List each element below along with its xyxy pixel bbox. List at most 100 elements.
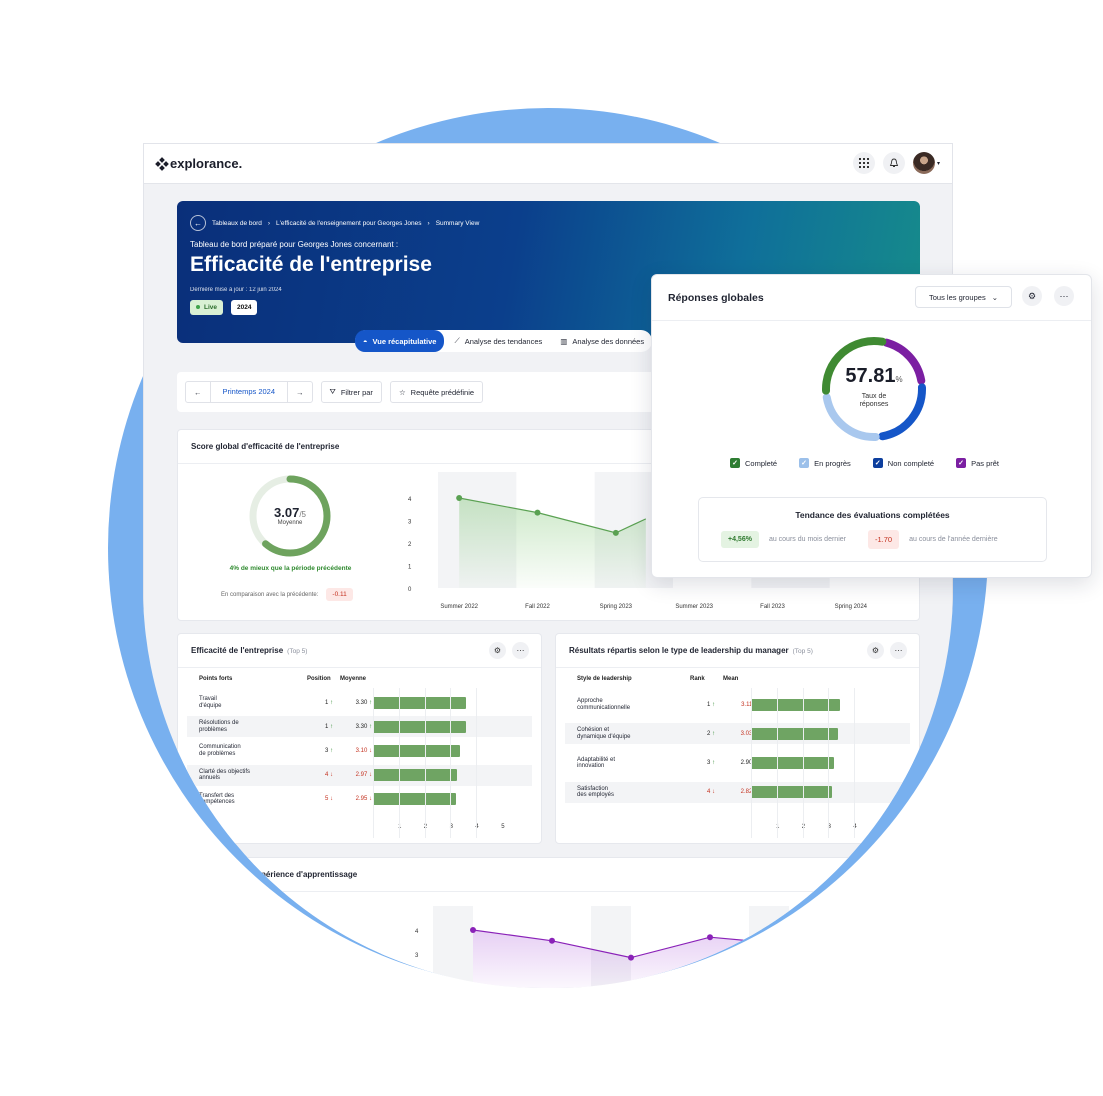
yearly-change: -1.70 xyxy=(867,530,900,549)
tab-summary[interactable]: ◓ Vue récapitulative xyxy=(355,330,445,352)
data-point[interactable] xyxy=(612,529,619,536)
chevron-right-icon: › xyxy=(267,219,271,227)
filter-button[interactable]: ⛛ Filtrer par xyxy=(320,381,382,403)
row-average: 2.95 ↓ xyxy=(355,796,372,803)
avatar[interactable] xyxy=(912,152,935,174)
x-tick-label: Spring 2023 xyxy=(600,604,633,610)
data-point[interactable] xyxy=(628,954,634,961)
data-point[interactable] xyxy=(534,509,541,516)
apps-grid-icon[interactable] xyxy=(852,152,875,174)
table-row[interactable]: Cohésion etdynamique d'équipe2 ↑3.03 ↓ xyxy=(565,723,910,745)
more-icon[interactable]: ⋯ xyxy=(1054,286,1074,306)
checkbox-icon[interactable]: ✓ xyxy=(799,458,810,468)
legend-label: En progrès xyxy=(814,458,851,468)
legend-label: Completé xyxy=(745,458,778,468)
y-tick-label: 0 xyxy=(408,587,412,593)
data-point[interactable] xyxy=(456,495,463,501)
chevron-down-icon[interactable]: ▾ xyxy=(937,160,940,167)
logo[interactable]: explorance. xyxy=(155,156,242,171)
global-responses-panel: Réponses globales Tous les groupes ⌄ ⚙ ⋯… xyxy=(651,274,1092,578)
checkbox-icon[interactable]: ✓ xyxy=(956,458,967,468)
tab-label: Analyse des tendances xyxy=(464,336,543,346)
checkbox-icon[interactable]: ✓ xyxy=(730,458,740,468)
bar[interactable] xyxy=(751,757,834,770)
more-icon[interactable]: ⋯ xyxy=(890,642,907,659)
row-label: Travail d'équipe xyxy=(199,695,222,709)
row-label: Approche communicationnelle xyxy=(577,697,631,711)
row-position: 5 ↓ xyxy=(324,796,333,803)
comparison-label: En comparaison avec la précédente: xyxy=(221,591,319,598)
score-label: Moyenne xyxy=(277,520,303,526)
row-average: 3.30 ↑ xyxy=(355,723,372,730)
more-icon[interactable]: ⋯ xyxy=(512,642,529,659)
bar[interactable] xyxy=(373,744,461,757)
table-row[interactable]: Travail d'équipe 1 ↑ 3.30 ↑ xyxy=(187,692,532,713)
table-row[interactable]: Communication de problèmes 3 ↑ 3.10 ↓ xyxy=(187,740,532,761)
table-row[interactable]: Approchecommunicationnelle1 ↑3.11 ↓ xyxy=(565,694,910,715)
legend-item[interactable]: ✓ Pas prêt xyxy=(956,458,999,468)
bar[interactable] xyxy=(751,727,838,740)
data-point[interactable] xyxy=(549,937,555,944)
arrow-right-icon[interactable]: → xyxy=(288,388,312,397)
data-point[interactable] xyxy=(470,927,476,933)
table-row[interactable]: Satisfactiondes employés4 ↓2.82 ↓ xyxy=(565,781,910,803)
breadcrumb-item[interactable]: Summary View xyxy=(436,220,480,227)
donut-legend: ✓ Completé ✓ En progrès ✓ Non completé ✓ Pas pr… xyxy=(730,458,999,468)
checkbox-icon[interactable]: ✓ xyxy=(872,458,883,468)
row-label: Transfert des compétences xyxy=(199,792,235,806)
table-row[interactable]: Clarté des objectifs annuels 4 ↓ 2.97 ↓ xyxy=(187,764,532,786)
bar[interactable] xyxy=(373,793,457,806)
group-select[interactable]: Tous les groupes ⌄ xyxy=(915,286,1012,308)
bar[interactable] xyxy=(373,720,467,733)
leadership-results-card: Résultats répartis selon le type de lead… xyxy=(555,633,920,844)
settings-icon[interactable]: ⚙ xyxy=(1022,286,1042,306)
top5-strengths-card: Efficacité de l'entreprise (Top 5) ⚙ ⋯ Po… xyxy=(177,633,542,844)
filter-icon: ⛛ xyxy=(329,387,336,396)
back-icon[interactable]: ← xyxy=(190,215,206,231)
arrow-left-icon[interactable]: ← xyxy=(186,388,210,397)
bar[interactable] xyxy=(751,698,840,711)
yearly-change-label: au cours de l'année dernière xyxy=(909,536,998,543)
row-position: 4 ↓ xyxy=(706,789,715,796)
grid-line xyxy=(776,688,778,838)
predefined-query-button[interactable]: ☆ Requête prédéfinie xyxy=(389,381,484,403)
legend-item[interactable]: ✓ Non completé xyxy=(872,458,934,468)
dashboard-subtitle: Tableau de bord préparé pour Georges Jon… xyxy=(190,240,399,249)
x-tick-label: Fall 2022 xyxy=(525,604,550,610)
grid-line xyxy=(450,688,452,838)
tab-label: Analyse des données xyxy=(572,336,645,346)
legend-item[interactable]: ✓ Completé xyxy=(730,458,777,468)
row-label: Clarté des objectifs annuels xyxy=(199,768,251,782)
period-value[interactable]: Printemps 2024 xyxy=(209,381,289,403)
top-bar-actions: ▾ xyxy=(852,152,940,174)
table-row[interactable]: Résolutions de problèmes 1 ↑ 3.30 ↑ xyxy=(187,716,532,738)
group-select-value: Tous les groupes xyxy=(929,292,986,302)
breadcrumb-item[interactable]: L'efficacité de l'enseignement pour Geor… xyxy=(276,220,421,227)
legend-label: Pas prêt xyxy=(971,458,1000,468)
y-tick-label: 3 xyxy=(415,953,419,959)
x-tick-label: 5 xyxy=(879,824,883,830)
tab-data[interactable]: ▥ Analyse des données xyxy=(552,330,652,352)
tab-trends[interactable]: ⟋ Analyse des tendances xyxy=(446,330,550,352)
settings-icon[interactable]: ⚙ xyxy=(489,642,506,659)
last-updated: Dernière mise à jour : 12 juin 2024 xyxy=(190,287,282,293)
trend-icon: ⟋ xyxy=(454,336,460,345)
grid-line xyxy=(751,688,752,838)
status-chips: Live 2024 xyxy=(190,300,258,315)
bar[interactable] xyxy=(373,769,457,782)
bell-icon[interactable] xyxy=(882,152,905,174)
table-row[interactable]: Transfert des compétences 5 ↓ 2.95 ↓ xyxy=(187,789,532,810)
card-title: Résultats répartis selon le type de lead… xyxy=(556,634,919,668)
breadcrumb-item[interactable]: Tableaux de bord xyxy=(212,220,262,227)
bar[interactable] xyxy=(751,786,832,799)
view-tabs: ◓ Vue récapitulative ⟋ Analyse des tenda… xyxy=(355,330,653,352)
table-row[interactable]: Adaptabilité etinnovation3 ↑2.90 ↑ xyxy=(565,753,910,774)
settings-icon[interactable]: ⚙ xyxy=(867,642,884,659)
data-point[interactable] xyxy=(707,934,713,941)
x-tick-label: Summer 2023 xyxy=(675,604,713,610)
row-position: 3 ↑ xyxy=(706,760,715,767)
bar[interactable] xyxy=(373,696,467,709)
legend-item[interactable]: ✓ En progrès xyxy=(799,458,851,468)
logo-icon xyxy=(155,157,169,171)
y-tick-label: 4 xyxy=(415,929,419,935)
